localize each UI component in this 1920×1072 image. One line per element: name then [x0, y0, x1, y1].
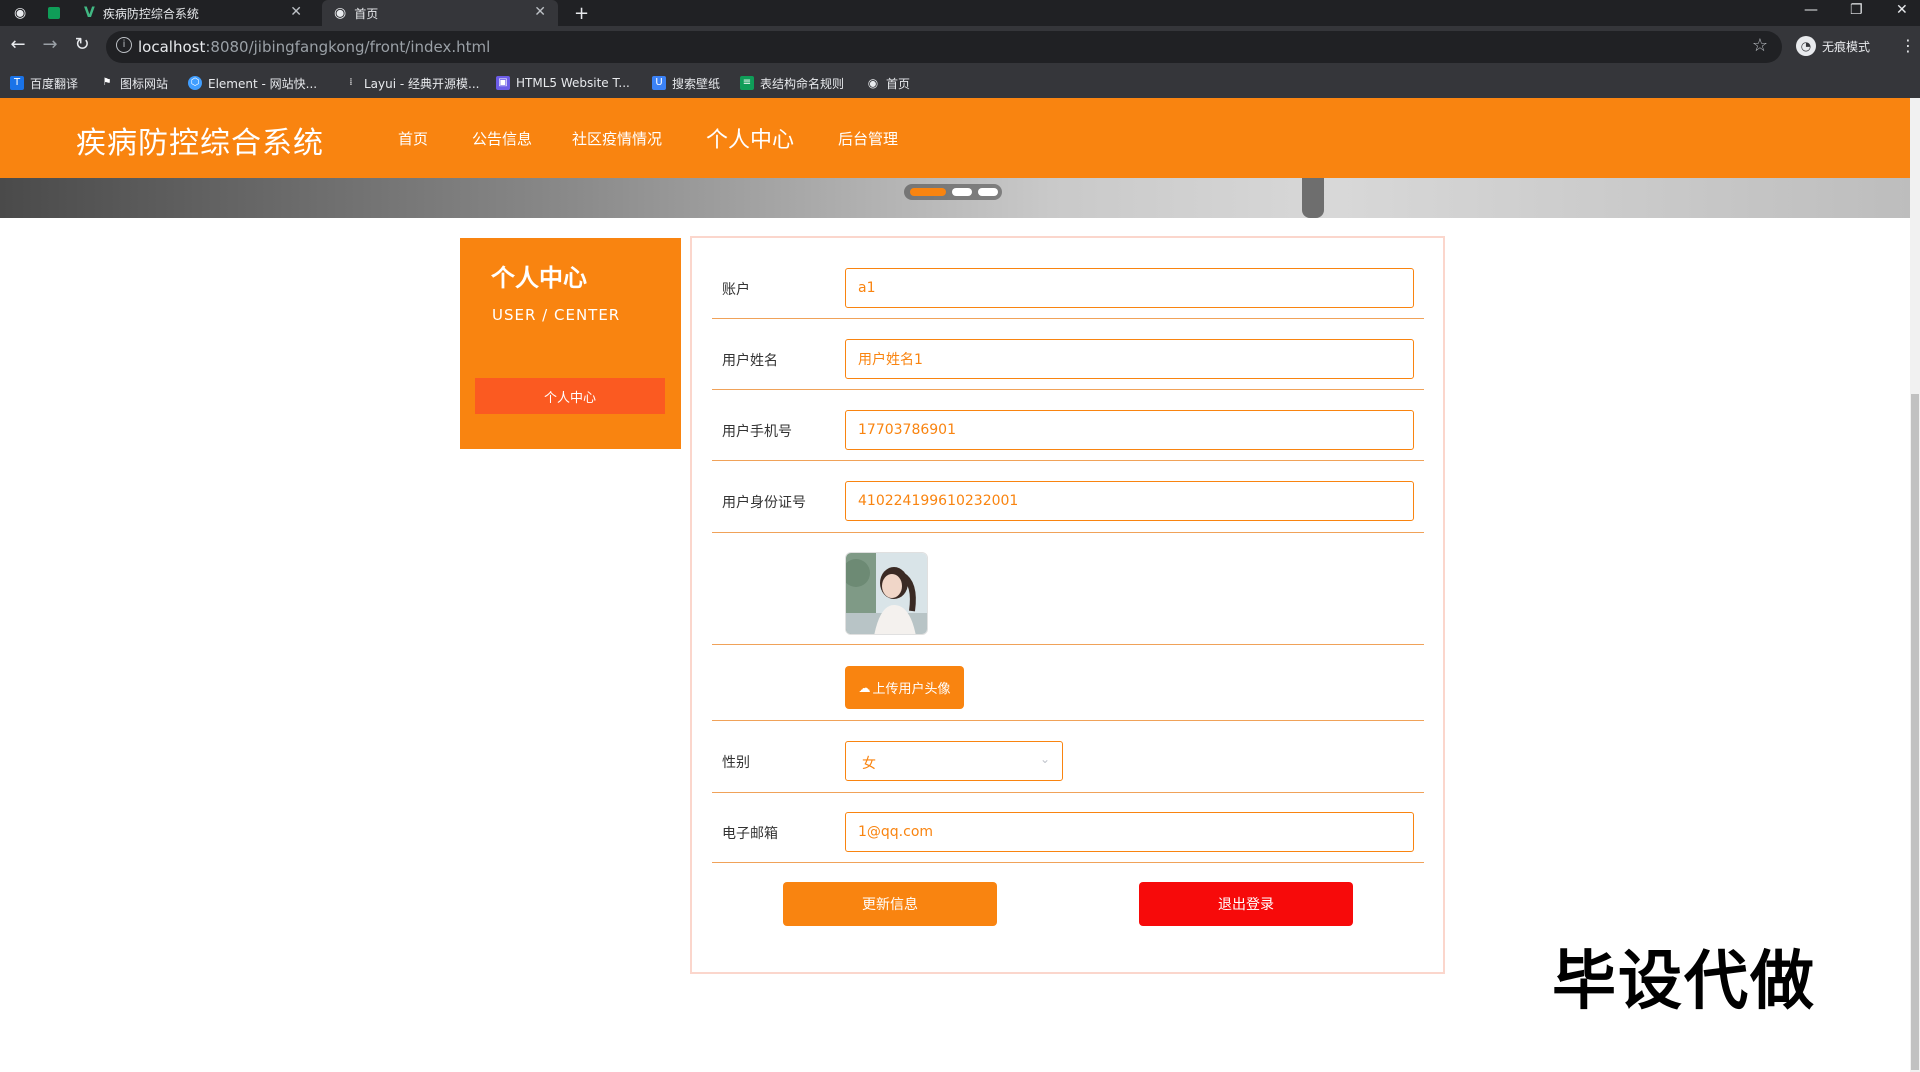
browser-tab-home[interactable]: ◉ 首页 ✕	[322, 0, 558, 26]
phone-input[interactable]	[845, 410, 1414, 450]
divider	[712, 532, 1424, 533]
avatar	[845, 552, 928, 635]
account-label: 账户	[722, 282, 750, 298]
browser-tab-app[interactable]: V 疾病防控综合系统 ✕	[84, 0, 314, 26]
bookmark-item[interactable]: ⚑ 图标网站	[100, 72, 169, 94]
bookmark-item[interactable]: ⁞ Layui - 经典开源模...	[344, 72, 479, 94]
divider	[712, 792, 1424, 793]
tab-title: 首页	[354, 6, 379, 21]
globe-icon: ◉	[14, 5, 27, 21]
sidebar-subtitle: USER / CENTER	[492, 306, 621, 324]
site-title: 疾病防控综合系统	[76, 126, 324, 161]
username-input[interactable]	[845, 339, 1414, 379]
phone-label: 用户手机号	[722, 424, 792, 440]
account-input[interactable]	[845, 268, 1414, 308]
divider	[712, 389, 1424, 390]
divider	[712, 460, 1424, 461]
plus-icon: +	[574, 2, 590, 24]
incognito-label: 无痕模式	[1822, 39, 1871, 54]
more-menu-icon[interactable]: ⋮	[1900, 36, 1916, 55]
bookmark-item[interactable]: ▣ HTML5 Website T...	[496, 72, 630, 94]
divider	[712, 318, 1424, 319]
wallpaper-icon: U	[652, 76, 666, 90]
email-input[interactable]	[845, 812, 1414, 852]
gender-value: 女	[862, 756, 876, 772]
info-icon[interactable]: i	[116, 37, 132, 53]
globe-icon: ◉	[867, 76, 879, 90]
close-tab-icon[interactable]: ✕	[290, 4, 302, 20]
nav-item-community-epidemic[interactable]: 社区疫情情况	[572, 128, 662, 149]
incognito-indicator[interactable]: ◔ 无痕模式	[1796, 36, 1870, 56]
nav-item-admin[interactable]: 后台管理	[838, 128, 898, 149]
tab-title: 疾病防控综合系统	[102, 6, 199, 21]
browser-tab-icon-only[interactable]: ◉	[14, 0, 38, 26]
cloud-upload-icon: ☁	[858, 680, 871, 695]
translate-icon: T	[10, 76, 24, 90]
globe-icon: ◉	[334, 5, 347, 21]
bookmark-item[interactable]: ≡ 表结构命名规则	[740, 72, 844, 94]
layui-logo-icon: ⁞	[349, 77, 353, 88]
divider	[712, 720, 1424, 721]
new-tab-button[interactable]: +	[574, 0, 594, 26]
carousel-indicators	[904, 184, 1002, 200]
id-number-input[interactable]	[845, 481, 1414, 521]
sheet-icon: ≡	[740, 76, 754, 90]
divider	[712, 862, 1424, 863]
id-number-label: 用户身份证号	[722, 495, 806, 511]
incognito-icon: ◔	[1796, 36, 1816, 56]
nav-item-home[interactable]: 首页	[398, 128, 428, 149]
bookmark-item[interactable]: ◉ 首页	[866, 72, 910, 94]
back-arrow-icon[interactable]: ←	[8, 34, 28, 55]
flag-icon: ⚑	[102, 77, 112, 88]
address-bar[interactable]: i localhost:8080/jibingfangkong/front/in…	[106, 31, 1782, 63]
bookmark-star-icon[interactable]: ☆	[1752, 35, 1768, 56]
vue-logo-icon: V	[84, 5, 95, 21]
reload-icon[interactable]: ↻	[72, 34, 92, 55]
element-logo-icon: ⬡	[188, 76, 202, 90]
username-label: 用户姓名	[722, 353, 778, 369]
divider	[712, 644, 1424, 645]
carousel-dot-active[interactable]	[910, 188, 946, 196]
carousel-dot[interactable]	[978, 188, 998, 196]
close-window-icon[interactable]: ✕	[1896, 2, 1908, 18]
restore-icon[interactable]: ❐	[1850, 2, 1863, 18]
bookmark-item[interactable]: ⬡ Element - 网站快...	[188, 72, 317, 94]
page-scrollbar[interactable]	[1910, 98, 1920, 1072]
close-tab-icon[interactable]: ✕	[534, 4, 546, 20]
bookmark-item[interactable]: U 搜索壁纸	[652, 72, 720, 94]
gender-label: 性别	[722, 755, 750, 771]
nav-item-user-center[interactable]: 个人中心	[706, 122, 794, 154]
gender-select[interactable]: 女 ⌄	[845, 741, 1063, 781]
browser-tab-sheet[interactable]	[48, 0, 72, 26]
watermark-text: 毕设代做	[1552, 945, 1816, 1019]
nav-item-announcements[interactable]: 公告信息	[472, 128, 532, 149]
forward-arrow-icon[interactable]: →	[40, 34, 60, 55]
url-text: localhost:8080/jibingfangkong/front/inde…	[138, 38, 491, 56]
bookmark-item[interactable]: T 百度翻译	[10, 72, 78, 94]
upload-avatar-button[interactable]: ☁ 上传用户头像	[845, 666, 964, 709]
email-label: 电子邮箱	[722, 826, 778, 842]
logout-button[interactable]: 退出登录	[1139, 882, 1353, 926]
sidebar-item-user-center[interactable]: 个人中心	[475, 378, 665, 414]
carousel-dot[interactable]	[952, 188, 972, 196]
spreadsheet-icon	[48, 7, 60, 19]
minimize-icon[interactable]: —	[1804, 2, 1818, 18]
update-info-button[interactable]: 更新信息	[783, 882, 997, 926]
html5-icon: ▣	[496, 76, 510, 90]
sidebar-title: 个人中心	[491, 264, 587, 292]
chevron-down-icon: ⌄	[1039, 752, 1050, 766]
